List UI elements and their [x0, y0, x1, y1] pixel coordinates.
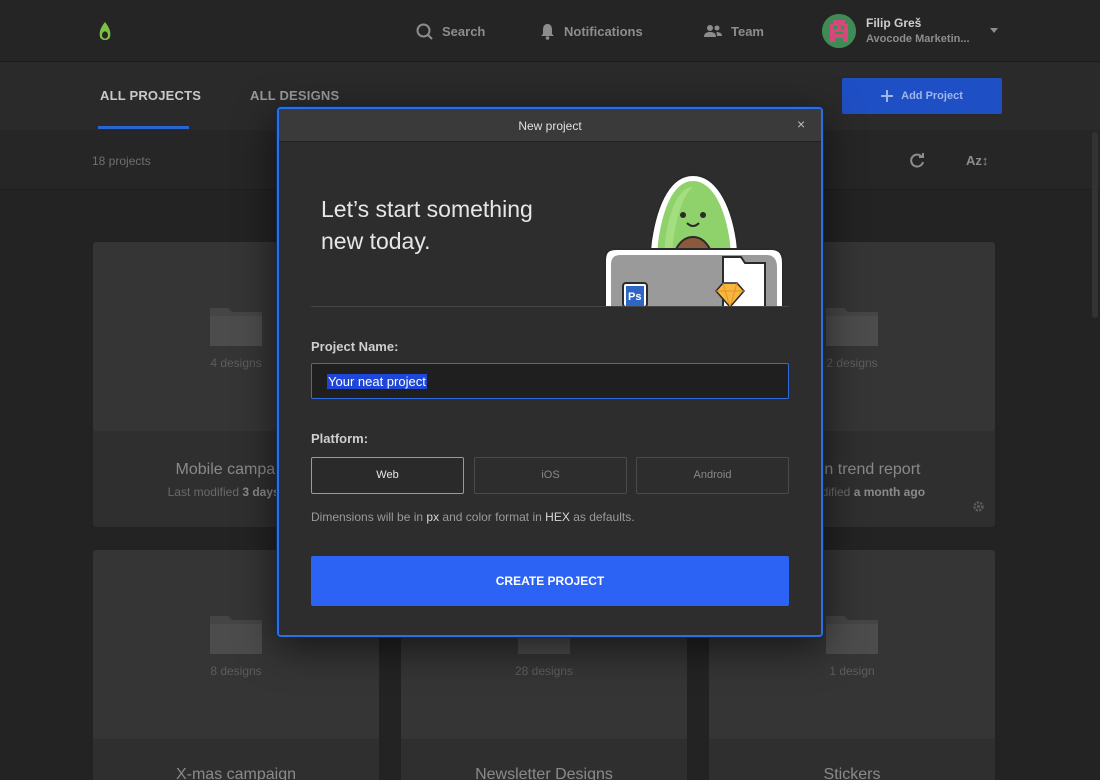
tab-all-designs[interactable]: ALL DESIGNS [250, 88, 339, 103]
team-icon [704, 25, 722, 37]
sort-arrows-icon: ↕ [981, 153, 989, 168]
tab-all-projects[interactable]: ALL PROJECTS [100, 88, 201, 103]
active-tab-indicator [98, 126, 189, 129]
search-icon [416, 23, 433, 40]
folder-icon [826, 616, 878, 654]
add-project-label: Add Project [901, 90, 963, 102]
platform-ios-button[interactable]: iOS [474, 457, 627, 494]
design-count: 1 design [829, 664, 875, 678]
user-menu[interactable]: Filip Greš Avocode Marketin... [822, 14, 1002, 48]
sort-az-label: Az [966, 153, 982, 168]
user-name: Filip Greš [866, 16, 922, 30]
plus-icon [881, 90, 894, 102]
nav-search-label: Search [442, 23, 486, 39]
new-project-dialog: New project × Let’s start something new … [277, 107, 823, 637]
platform-web-button[interactable]: Web [311, 457, 464, 494]
nav-notifications-label: Notifications [564, 23, 643, 39]
top-bar: Search Notifications Team Filip Greš Avo… [0, 0, 1100, 62]
dialog-header: New project × [279, 109, 821, 142]
svg-text:Ps: Ps [628, 291, 641, 303]
pixel-avatar-icon [822, 14, 856, 48]
hint-unit: px [426, 510, 440, 524]
add-project-button[interactable]: Add Project [842, 78, 1002, 114]
avocado-laptop-illustration-icon: Ps [604, 173, 784, 307]
project-name-value: Your neat project [327, 374, 427, 389]
hint-format: HEX [545, 510, 570, 524]
nav-search[interactable]: Search [416, 20, 485, 42]
folder-icon [210, 308, 262, 346]
scrollbar[interactable] [1092, 132, 1098, 318]
nav-team-label: Team [731, 23, 764, 39]
design-count: 28 designs [514, 664, 574, 678]
bell-icon [541, 23, 554, 40]
last-modified-value: a month ago [853, 485, 926, 499]
dialog-body: Let’s start something new today. Ps Proj… [279, 143, 821, 635]
platform-android-button[interactable]: Android [636, 457, 789, 494]
projects-count: 18 projects [92, 154, 151, 168]
dialog-divider [311, 306, 789, 307]
user-org: Avocode Marketin... [866, 33, 970, 45]
close-icon[interactable]: × [797, 117, 805, 131]
create-project-button[interactable]: CREATE PROJECT [311, 556, 789, 606]
folder-icon [826, 308, 878, 346]
chevron-down-icon[interactable] [990, 28, 998, 33]
refresh-icon[interactable] [908, 152, 925, 169]
project-title: Newsletter Designs [475, 766, 613, 780]
nav-team[interactable]: Team [704, 20, 764, 42]
last-modified-prefix: Last modified [167, 485, 239, 499]
hint-middle: and color format in [442, 510, 542, 524]
platform-label: Platform: [311, 431, 369, 446]
sort-az-button[interactable]: Az↕ [966, 153, 988, 168]
folder-icon [210, 616, 262, 654]
avocode-logo-icon[interactable] [96, 19, 114, 43]
hint-suffix: as defaults. [573, 510, 635, 524]
dialog-headline: Let’s start something new today. [321, 196, 533, 254]
project-name-label: Project Name: [311, 339, 399, 354]
gear-icon[interactable] [972, 500, 985, 513]
design-count: 8 designs [210, 664, 262, 678]
hint-prefix: Dimensions will be in [311, 510, 424, 524]
avatar [822, 14, 856, 48]
dialog-title: New project [518, 119, 582, 133]
project-title: Stickers [823, 766, 881, 780]
project-name-input[interactable]: Your neat project [311, 363, 789, 399]
nav-notifications[interactable]: Notifications [540, 20, 643, 42]
defaults-hint: Dimensions will be in px and color forma… [311, 510, 635, 524]
project-title: X-mas campaign [175, 766, 297, 780]
